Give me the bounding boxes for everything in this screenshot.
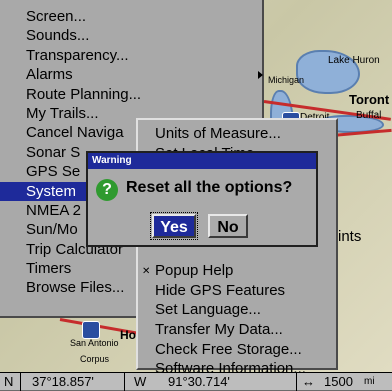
- map-label-san-antonio: San Antonio: [70, 338, 119, 348]
- map-label-houston: Ho: [120, 328, 136, 342]
- longitude-value: 91°30.714': [168, 374, 230, 389]
- yes-button[interactable]: Yes: [150, 212, 198, 240]
- submenu-item-hide-gps-features[interactable]: Hide GPS Features: [138, 281, 336, 301]
- status-bar: N 37°18.857' W 91°30.714' ↔ 1500 mi: [0, 372, 392, 391]
- status-divider: [296, 373, 297, 391]
- submenu-item-popup-help-label: Popup Help: [155, 262, 234, 280]
- range-value: 1500: [324, 374, 353, 389]
- submenu-item-popup-help[interactable]: ✕ Popup Help: [138, 261, 336, 281]
- menu-item-alarms-label: Alarms: [26, 66, 73, 84]
- no-button[interactable]: No: [208, 214, 248, 238]
- menu-item-alarms[interactable]: Alarms: [0, 65, 263, 84]
- checkmark-icon: ✕: [142, 266, 151, 278]
- latitude-hemisphere: N: [4, 374, 14, 389]
- status-divider: [124, 373, 125, 391]
- submenu-item-transfer-my-data[interactable]: Transfer My Data...: [138, 320, 336, 340]
- longitude-hemisphere: W: [134, 374, 147, 389]
- map-label-lake-huron: Lake Huron: [328, 55, 380, 66]
- menu-item-route-planning[interactable]: Route Planning...: [0, 85, 262, 104]
- map-label-michigan: Michigan: [268, 75, 305, 85]
- range-unit: mi: [364, 376, 375, 387]
- warning-dialog: Warning ? Reset all the options? Yes No: [86, 151, 318, 247]
- dialog-body: ? Reset all the options? Yes No: [88, 169, 316, 245]
- menu-item-transparency[interactable]: Transparency...: [0, 46, 262, 65]
- map-label-buffalo: Buffal: [356, 110, 382, 121]
- map-label-waypoints: ints: [338, 228, 362, 245]
- status-divider: [20, 373, 21, 391]
- latitude-value: 37°18.857': [32, 374, 94, 389]
- dialog-title: Warning: [88, 153, 316, 169]
- submenu-item-set-language[interactable]: Set Language...: [138, 300, 336, 320]
- menu-item-screen[interactable]: Screen...: [0, 7, 262, 26]
- interstate-shield-icon: [82, 321, 100, 339]
- submenu-arrow-icon: [258, 71, 263, 80]
- menu-item-sounds[interactable]: Sounds...: [0, 26, 262, 45]
- dialog-message: Reset all the options?: [126, 179, 293, 196]
- submenu-item-check-free-storage[interactable]: Check Free Storage...: [138, 340, 336, 360]
- map-label-corpus: Corpus: [80, 354, 110, 364]
- question-icon: ?: [96, 179, 118, 201]
- range-arrow-icon: ↔: [302, 374, 315, 389]
- submenu-item-units-of-measure[interactable]: Units of Measure...: [138, 124, 336, 144]
- map-label-toronto: Toront: [349, 92, 390, 107]
